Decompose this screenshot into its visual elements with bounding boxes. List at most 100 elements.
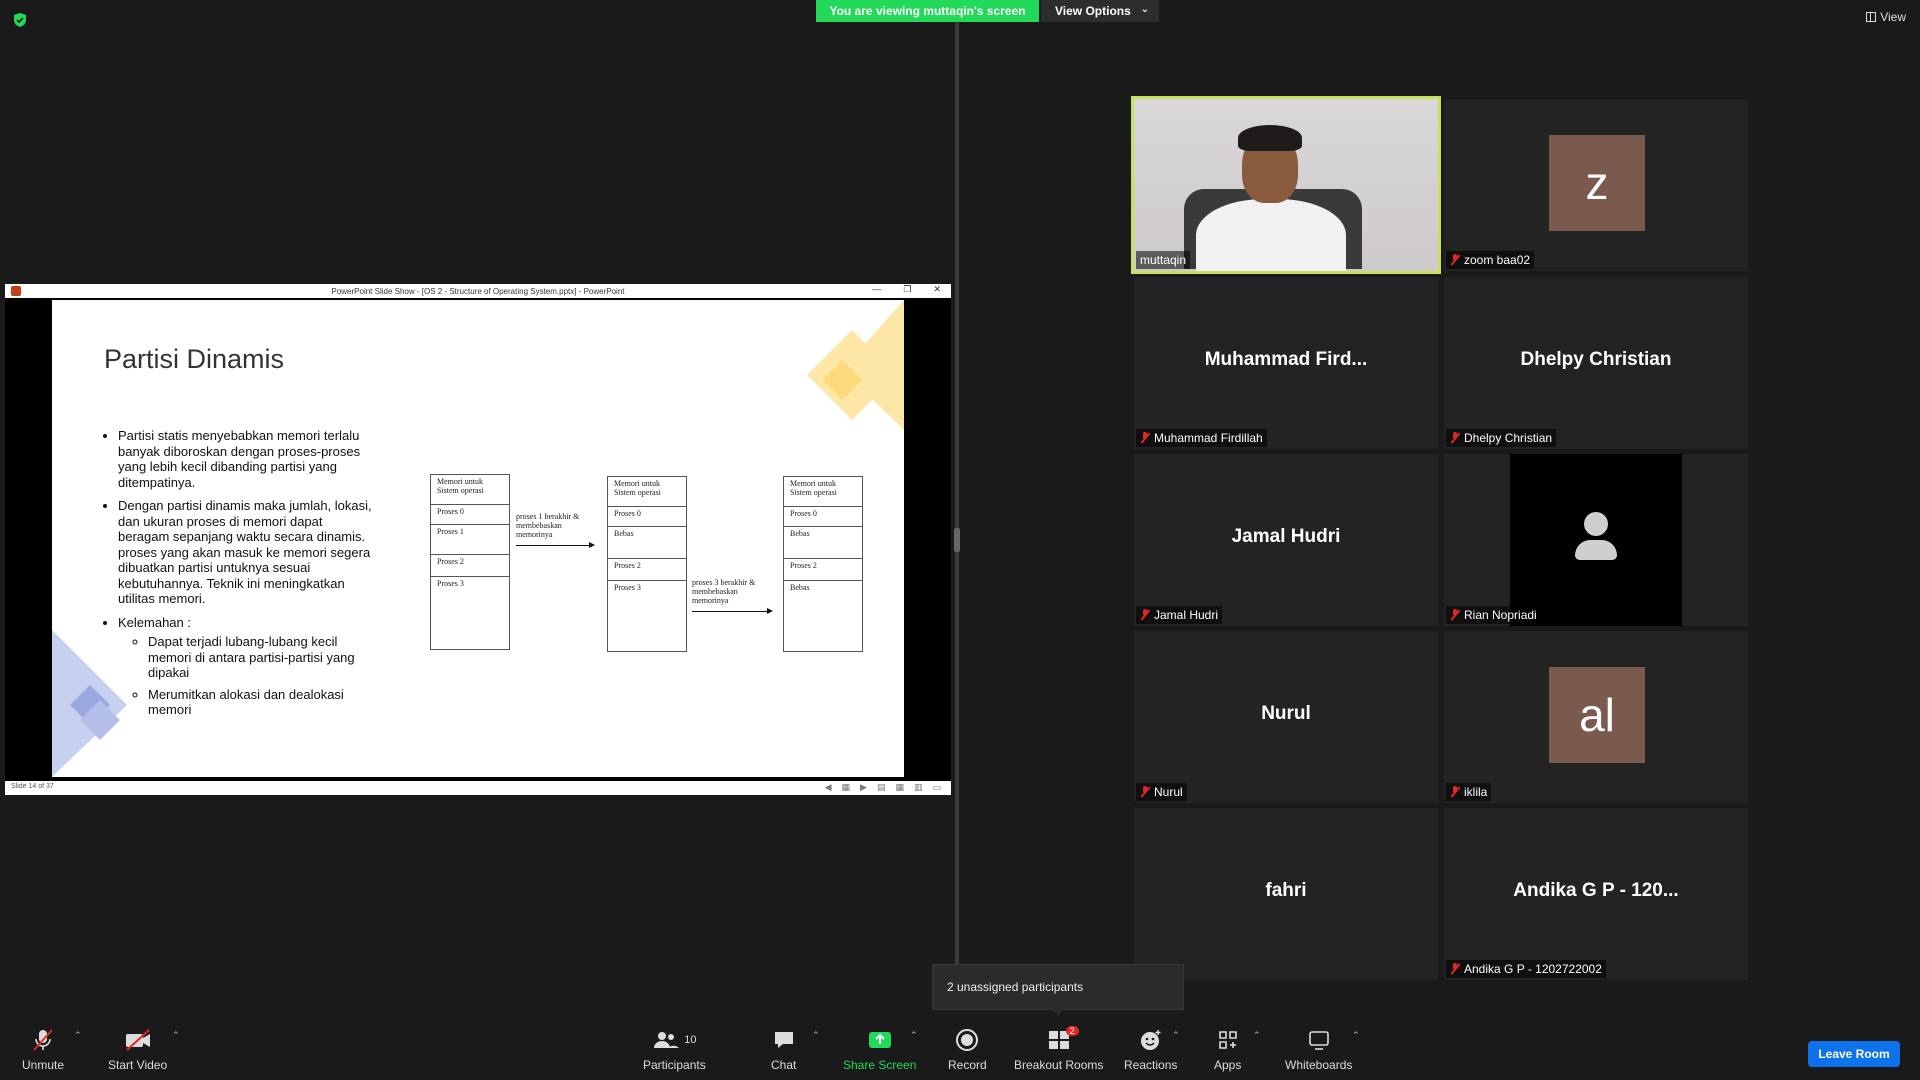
avatar: al xyxy=(1549,667,1645,763)
avatar: z xyxy=(1549,135,1645,231)
prev-slide-icon[interactable]: ◀ xyxy=(825,782,832,793)
participant-name-label: muttaqin xyxy=(1136,251,1191,269)
share-screen-button[interactable]: Share Screen xyxy=(843,1028,916,1072)
memory-cell: Bebas xyxy=(608,527,686,559)
view-options-button[interactable]: View Options ⌄ xyxy=(1041,0,1159,22)
participants-button[interactable]: 10 Participants xyxy=(643,1028,706,1072)
apps-button[interactable]: Apps xyxy=(1214,1028,1241,1072)
video-tile[interactable]: Rian Nopriadi xyxy=(1444,454,1748,626)
memory-cell: Proses 3 xyxy=(614,583,641,592)
memory-cell: Proses 3 xyxy=(437,579,464,588)
memory-cell: Proses 2 xyxy=(431,555,509,577)
chevron-down-icon: ⌄ xyxy=(1140,4,1149,15)
video-tile[interactable]: Jamal Hudri Jamal Hudri xyxy=(1134,454,1438,626)
whiteboard-icon xyxy=(1308,1031,1329,1050)
sub-bullet-item: Dapat terjadi lubang-lubang kecil memori… xyxy=(148,634,372,681)
powerpoint-logo-icon xyxy=(11,286,21,296)
arrow-line-1 xyxy=(516,545,590,546)
chat-options-caret[interactable]: ⌃ xyxy=(812,1030,820,1041)
participants-count: 10 xyxy=(684,1034,697,1046)
panel-splitter[interactable] xyxy=(955,22,959,982)
arrow-line-2 xyxy=(692,611,768,612)
video-tile[interactable]: muttaqin xyxy=(1131,96,1441,274)
slideshow-icon[interactable]: ▭ xyxy=(932,782,941,793)
video-tile[interactable]: z zoom baa02 xyxy=(1444,99,1748,271)
mic-muted-icon xyxy=(1450,254,1460,266)
reading-view-icon[interactable]: ▥ xyxy=(914,782,923,793)
participants-icon xyxy=(654,1032,680,1048)
whiteboards-button[interactable]: Whiteboards xyxy=(1285,1028,1352,1072)
ppt-statusbar: Slide 14 of 37 ◀ ▦ ▶ ▤ ▦ ▥ ▭ xyxy=(5,781,951,795)
notes-icon[interactable]: ▤ xyxy=(877,782,886,793)
participant-display-name: Nurul xyxy=(1261,703,1311,724)
video-tile[interactable]: fahri xyxy=(1134,808,1438,980)
minimize-icon[interactable]: — xyxy=(872,284,881,295)
sub-bullet-item: Merumitkan alokasi dan dealokasi memori xyxy=(148,687,372,718)
video-tile[interactable]: Nurul Nurul xyxy=(1134,631,1438,803)
breakout-badge: 2 xyxy=(1065,1026,1079,1036)
video-tile[interactable]: Muhammad Fird... Muhammad Firdillah xyxy=(1134,277,1438,449)
arrow-head-2 xyxy=(767,608,773,614)
participant-display-name: Muhammad Fird... xyxy=(1204,349,1368,370)
reactions-icon xyxy=(1140,1030,1161,1050)
record-button[interactable]: Record xyxy=(948,1028,987,1072)
record-icon xyxy=(956,1029,979,1051)
view-label: View xyxy=(1880,10,1906,24)
security-shield-icon[interactable] xyxy=(12,12,28,28)
bullet-item: Kelemahan : Dapat terjadi lubang-lubang … xyxy=(118,615,372,718)
chat-icon xyxy=(774,1032,793,1048)
participant-video xyxy=(1134,99,1438,271)
camera-off-icon xyxy=(125,1029,150,1051)
bullet-item: Partisi statis menyebabkan memori terlal… xyxy=(118,428,372,490)
memory-cell: Bebas xyxy=(784,527,862,559)
breakout-rooms-button[interactable]: 2 Breakout Rooms xyxy=(1014,1026,1103,1072)
slide-title: Partisi Dinamis xyxy=(104,344,285,374)
video-tile[interactable]: Andika G P - 120... Andika G P - 1202722… xyxy=(1444,808,1748,980)
memory-cell: Proses 2 xyxy=(784,559,862,581)
apps-icon xyxy=(1218,1031,1237,1049)
share-options-caret[interactable]: ⌃ xyxy=(910,1030,918,1041)
participant-display-name: Dhelpy Christian xyxy=(1520,349,1672,370)
splitter-handle[interactable] xyxy=(954,528,960,552)
memory-cell: Memori untuk Sistem operasi xyxy=(431,475,509,505)
video-tile[interactable]: Dhelpy Christian Dhelpy Christian xyxy=(1444,277,1748,449)
video-tile[interactable]: al iklila xyxy=(1444,631,1748,803)
viewing-screen-banner: You are viewing muttaqin's screen xyxy=(816,0,1039,22)
participant-name-label: Nurul xyxy=(1136,783,1187,801)
apps-options-caret[interactable]: ⌃ xyxy=(1253,1030,1261,1041)
grid-view-icon[interactable]: ▦ xyxy=(895,782,904,793)
memory-cell: Proses 0 xyxy=(784,507,862,527)
whiteboards-options-caret[interactable]: ⌃ xyxy=(1352,1030,1360,1041)
mic-muted-icon xyxy=(1450,609,1460,621)
memory-cell: Proses 1 xyxy=(431,525,509,555)
video-options-caret[interactable]: ⌃ xyxy=(172,1030,180,1041)
mic-muted-icon xyxy=(1140,786,1150,798)
unmute-button[interactable]: Unmute xyxy=(22,1028,64,1072)
leave-room-button[interactable]: Leave Room xyxy=(1808,1041,1900,1067)
mic-muted-icon xyxy=(1140,432,1150,444)
chat-button[interactable]: Chat xyxy=(771,1028,796,1072)
participant-display-name: Andika G P - 120... xyxy=(1513,880,1679,901)
memory-block-1: Memori untuk Sistem operasi Proses 0 Pro… xyxy=(430,474,510,650)
reactions-button[interactable]: Reactions xyxy=(1124,1028,1177,1072)
memory-cell: Memori untuk Sistem operasi xyxy=(608,477,686,507)
view-button[interactable]: View xyxy=(1866,10,1906,24)
mic-muted-icon xyxy=(33,1029,53,1051)
start-video-button[interactable]: Start Video xyxy=(108,1028,167,1072)
memory-cell: Proses 2 xyxy=(608,559,686,581)
audio-options-caret[interactable]: ⌃ xyxy=(74,1030,82,1041)
participant-name-label: zoom baa02 xyxy=(1446,251,1535,269)
view-layout-icon xyxy=(1866,12,1877,22)
participant-name-label: Rian Nopriadi xyxy=(1446,606,1541,624)
restore-icon[interactable]: ❐ xyxy=(903,284,911,295)
slide-sorter-icon[interactable]: ▦ xyxy=(842,782,851,793)
unassigned-participants-tooltip: 2 unassigned participants xyxy=(932,964,1184,1010)
close-icon[interactable]: ✕ xyxy=(933,284,941,295)
shared-screen: PowerPoint Slide Show - [OS 2 - Structur… xyxy=(5,284,951,795)
participant-name-label: Andika G P - 1202722002 xyxy=(1446,960,1606,978)
arrow-head-1 xyxy=(589,542,595,548)
reactions-options-caret[interactable]: ⌃ xyxy=(1172,1030,1180,1041)
memory-block-2: Memori untuk Sistem operasi Proses 0 Beb… xyxy=(607,476,687,652)
next-slide-icon[interactable]: ▶ xyxy=(860,782,867,793)
mic-muted-icon xyxy=(1140,609,1150,621)
